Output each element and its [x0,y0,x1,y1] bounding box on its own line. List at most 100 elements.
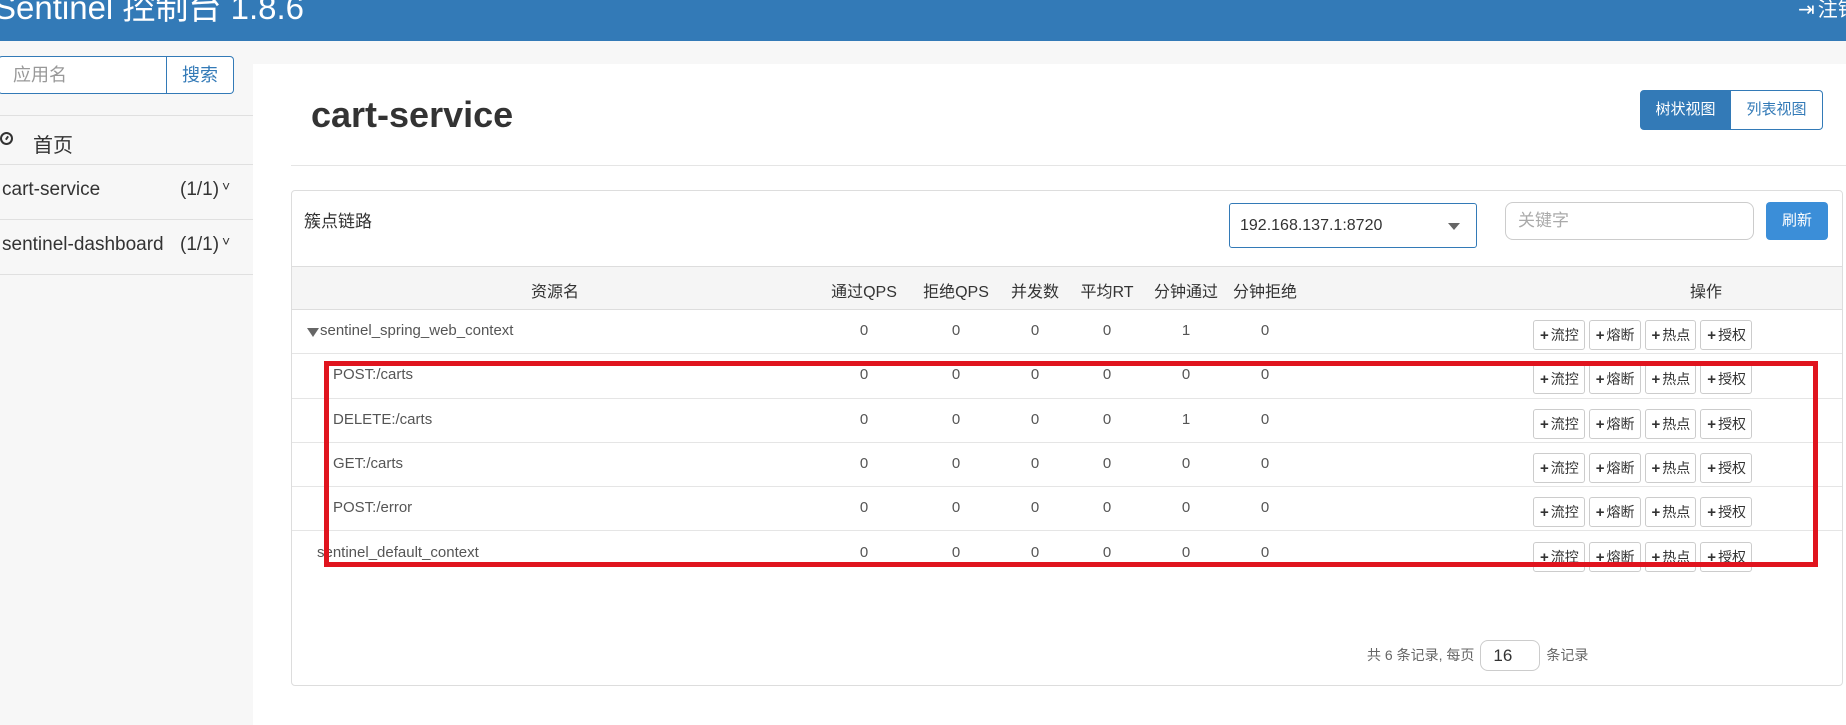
refresh-button[interactable]: 刷新 [1766,202,1828,240]
op-label: 流控 [1550,371,1579,388]
collapse-triangle-icon[interactable] [307,328,319,337]
degrade-rule-button[interactable]: + 熔断 [1588,452,1641,483]
metric-value: 0 [1102,410,1112,428]
op-label: 授权 [1718,371,1747,388]
metric-value: 0 [951,322,961,339]
metric-value: 0 [1260,499,1270,517]
plus-icon: + [1651,548,1661,566]
metric-value: 0 [1181,454,1191,472]
pager-suffix: 条记录 [1546,647,1589,663]
pager-total: 共 6 条记录, 每页 [1367,647,1475,663]
plus-icon: + [1540,371,1549,389]
table-row: GET:/carts 0 0 0 0 0 0 + 流控 + 熔断 + 热点 + 授权 [292,443,1842,488]
metric-value: 0 [1181,499,1191,517]
plus-icon: + [1707,459,1717,477]
plus-icon: + [1651,371,1661,389]
pagination: 共 6 条记录, 每页 16 条记录 [1367,638,1588,672]
plus-icon: + [1595,415,1605,433]
metric-value: 0 [1030,322,1040,339]
table-row: DELETE:/carts 0 0 0 0 1 0 + 流控 + 熔断 + 热点 + 授权 [292,399,1842,443]
metric-value: 0 [951,454,961,472]
authority-rule-button[interactable]: + 授权 [1700,408,1753,439]
sign-out-icon: ⇥ [1798,0,1815,21]
flow-rule-button[interactable]: + 流控 [1533,497,1585,528]
degrade-rule-button[interactable]: + 熔断 [1588,497,1641,528]
degrade-rule-button[interactable]: + 熔断 [1588,364,1641,395]
plus-icon: + [1651,415,1661,433]
op-label: 热点 [1662,548,1691,565]
table-header: 资源名 通过QPS 拒绝QPS 并发数 平均RT 分钟通过 分钟拒绝 操作 [292,266,1842,310]
flow-rule-button[interactable]: + 流控 [1533,320,1585,350]
metric-value: 0 [1030,499,1040,517]
degrade-rule-button[interactable]: + 熔断 [1588,320,1641,350]
authority-rule-button[interactable]: + 授权 [1700,320,1753,350]
row-actions: + 流控 + 熔断 + 热点 + 授权 [1533,497,1753,528]
page-size-input[interactable]: 16 [1480,639,1541,671]
column-header: 操作 [1689,284,1723,301]
brand-title[interactable]: Sentinel 控制台 1.8.6 [0,0,304,28]
hotspot-rule-button[interactable]: + 热点 [1644,541,1697,572]
flow-rule-button[interactable]: + 流控 [1533,541,1585,572]
plus-icon: + [1540,504,1549,522]
row-actions: + 流控 + 熔断 + 热点 + 授权 [1533,364,1753,395]
op-label: 授权 [1718,415,1747,432]
logout-link[interactable]: ⇥注销 [1798,0,1846,22]
op-label: 熔断 [1606,371,1635,388]
column-header: 并发数 [1010,284,1060,301]
row-actions: + 流控 + 熔断 + 热点 + 授权 [1533,320,1753,350]
metric-value: 0 [1260,410,1270,428]
view-toggle: 树状视图 列表视图 [1640,90,1823,130]
table-row: POST:/error 0 0 0 0 0 0 + 流控 + 熔断 + 热点 + 授权 [292,487,1842,532]
page-title: cart-service [311,94,514,135]
op-label: 热点 [1662,504,1691,521]
plus-icon: + [1595,504,1605,522]
row-actions: + 流控 + 熔断 + 热点 + 授权 [1533,541,1753,572]
search-button[interactable]: 搜索 [167,56,234,94]
dashboard-icon [0,132,13,145]
metric-value: 0 [1102,366,1112,384]
degrade-rule-button[interactable]: + 熔断 [1588,408,1641,439]
plus-icon: + [1707,371,1717,389]
authority-rule-button[interactable]: + 授权 [1700,541,1753,572]
machine-select[interactable]: 192.168.137.1:8720 [1229,203,1477,248]
op-label: 授权 [1718,548,1747,565]
keyword-input[interactable] [1505,202,1754,240]
sidebar-item-cart-service[interactable]: cart-service (1/1) ˅ [0,164,253,219]
metric-value: 0 [1030,543,1040,561]
op-label: 授权 [1718,459,1747,476]
op-label: 流控 [1550,415,1579,432]
metric-value: 0 [1102,322,1112,339]
hotspot-rule-button[interactable]: + 热点 [1644,364,1697,395]
hotspot-rule-button[interactable]: + 热点 [1644,408,1697,439]
op-label: 熔断 [1606,504,1635,521]
chevron-down-icon: ˅ [222,178,231,194]
tree-view-button[interactable]: 树状视图 [1640,90,1731,130]
sidebar-item-sentinel-dashboard[interactable]: sentinel-dashboard (1/1) ˅ [0,219,253,274]
authority-rule-button[interactable]: + 授权 [1700,497,1753,528]
metric-value: 0 [859,366,869,384]
plus-icon: + [1540,459,1549,477]
hotspot-rule-button[interactable]: + 热点 [1644,452,1697,483]
flow-rule-button[interactable]: + 流控 [1533,408,1585,439]
app-machine-count: (1/1) [180,179,220,200]
app-search-input[interactable] [0,56,167,94]
sidebar-item-home[interactable]: 首页 [0,121,253,157]
list-view-button[interactable]: 列表视图 [1731,90,1823,130]
metric-value: 1 [1181,410,1191,428]
app-name: cart-service [2,179,101,200]
op-label: 流控 [1550,327,1579,343]
degrade-rule-button[interactable]: + 熔断 [1588,541,1641,572]
column-header: 通过QPS [831,284,897,301]
op-label: 熔断 [1606,327,1635,343]
authority-rule-button[interactable]: + 授权 [1700,452,1753,483]
hotspot-rule-button[interactable]: + 热点 [1644,497,1697,528]
hotspot-rule-button[interactable]: + 热点 [1644,320,1697,350]
metric-value: 0 [1102,454,1112,472]
metric-value: 0 [1102,543,1112,561]
column-header: 平均RT [1080,284,1134,301]
flow-rule-button[interactable]: + 流控 [1533,364,1585,395]
resource-name: sentinel_spring_web_context [320,322,514,339]
plus-icon: + [1651,327,1661,344]
flow-rule-button[interactable]: + 流控 [1533,452,1585,483]
authority-rule-button[interactable]: + 授权 [1700,364,1753,395]
